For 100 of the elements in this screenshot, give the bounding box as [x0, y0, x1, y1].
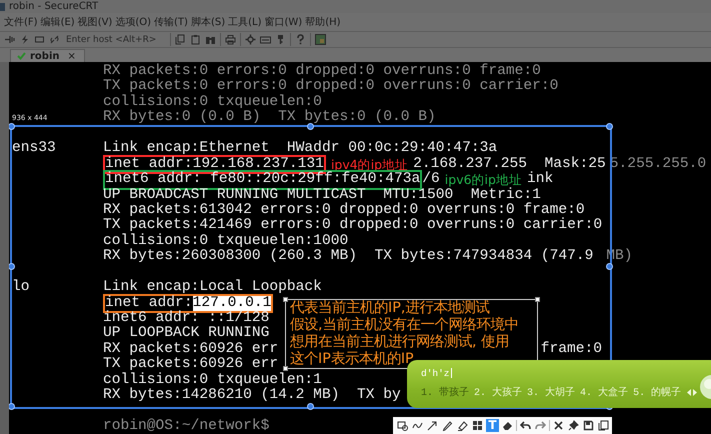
menu-item[interactable]: 视图(V) — [76, 15, 114, 29]
settings-icon — [245, 34, 256, 45]
terminal-text: frame:0 — [540, 342, 602, 358]
terminal-text: TX packets:60926 err — [103, 357, 278, 372]
pen-tool-button[interactable] — [441, 419, 454, 432]
interface-name: ens33 — [12, 141, 57, 157]
pen-tool-icon — [442, 420, 453, 431]
resize-handle[interactable] — [306, 402, 314, 410]
eraser-tool-button[interactable] — [501, 419, 514, 432]
terminal-text: RX packets:60926 err — [103, 342, 278, 357]
keyboard-icon — [260, 34, 271, 45]
undo-tool-button[interactable] — [519, 419, 532, 432]
save-icon — [583, 420, 594, 431]
copy-tool-button[interactable] — [597, 419, 610, 432]
resize-handle[interactable] — [9, 402, 14, 410]
ime-input-text: d'h'z — [421, 368, 450, 378]
text-tool-button[interactable]: T — [486, 419, 499, 432]
session-tab[interactable]: robin × — [10, 49, 85, 62]
ime-candidate[interactable]: 3. 大胡子 — [527, 385, 576, 399]
terminal-text: inet6 addr: fe80::20c:29ff:fe40:473a — [105, 172, 420, 188]
terminal-text: RX packets:613042 errors:0 dropped:0 overruns:0 frame:0 — [103, 202, 585, 218]
menu-item[interactable]: 选项(O) — [114, 15, 152, 29]
mosaic-tool-button[interactable] — [471, 419, 484, 432]
resize-handle[interactable] — [606, 262, 612, 270]
terminal-text: ink — [526, 172, 554, 188]
selected-text: 127.0.0.1 — [192, 296, 272, 312]
app-icon — [0, 2, 5, 10]
resize-handle[interactable] — [9, 122, 14, 130]
menu-item[interactable]: 文件(F) — [3, 15, 39, 29]
binoculars-icon — [205, 34, 216, 45]
mosaic-tool-icon — [472, 420, 483, 431]
menu-item[interactable]: 窗口(W) — [263, 15, 304, 29]
interface-name: lo — [12, 280, 31, 296]
copy-icon — [598, 420, 609, 431]
terminal-text: 2.168.237.255 Mask:25 — [413, 156, 606, 172]
copy-icon — [175, 34, 186, 45]
terminal-text: collisions:0 txqueuelen:1000 — [103, 234, 348, 249]
resize-handle[interactable] — [606, 122, 612, 130]
terminal-text: TX packets:0 errors:0 dropped:0 overruns:0 carrier:0 — [103, 79, 558, 94]
terminal-text: RX bytes:0 (0.0 B) TX bytes:0 (0.0 B) — [103, 110, 436, 126]
ime-candidate[interactable]: 2. 大孩子 — [474, 385, 522, 399]
resize-handle[interactable] — [535, 297, 540, 302]
menu-item[interactable]: 编辑(E) — [40, 15, 76, 29]
terminal-text: inet6 addr: ::1/128 — [103, 311, 270, 326]
resize-handle[interactable] — [283, 297, 288, 302]
terminal-text: /6 — [422, 172, 440, 188]
rectangle-tool-button[interactable] — [396, 419, 409, 432]
key-icon — [275, 34, 286, 45]
terminal-text: inet addr:192.168.237.131 — [105, 156, 324, 172]
annotation-text: 这个IP表示本机的IP — [290, 351, 414, 368]
resize-handle[interactable] — [9, 262, 14, 270]
undo-icon — [520, 420, 531, 431]
ime-candidate[interactable]: 1. 带孩子 — [421, 385, 470, 399]
save-tool-button[interactable] — [582, 419, 595, 432]
pin-icon — [568, 420, 579, 431]
annotation-text: ipv6的ip地址 — [444, 172, 522, 188]
link-icon — [49, 34, 60, 45]
close-tool-button[interactable] — [552, 419, 565, 432]
terminal-text: Link encap:Local Loopback — [103, 280, 322, 296]
annotation-text: 代表当前主机的IP,进行本地测试 — [290, 300, 490, 316]
eraser-tool-icon — [502, 420, 513, 431]
window-title: robin - SecureCRT — [9, 1, 98, 12]
terminal-text: UP LOOPBACK RUNNING — [103, 326, 270, 342]
terminal-text: 5.255.255.0 — [610, 156, 706, 172]
redo-icon — [535, 420, 546, 431]
terminal-text: RX bytes:260308300 (260.3 MB) TX bytes:747934834 (747.9 — [103, 249, 594, 265]
menu-item[interactable]: 传输(T) — [153, 15, 189, 29]
terminal-text: inet addr: — [105, 296, 193, 311]
close-icon — [553, 420, 564, 431]
terminal-text: UP BROADCAST RUNNING MULTICAST MTU:1500 Metric:1 — [103, 188, 541, 202]
annotation-text: 想用在当前主机进行网络测试, 使用 — [290, 334, 510, 351]
help-icon — [295, 34, 306, 45]
menu-item[interactable]: 脚本(S) — [190, 15, 226, 29]
terminal-text: RX bytes:14286210 (14.2 MB) TX by — [103, 388, 401, 404]
ime-candidate[interactable]: 4. 大盒子 — [580, 385, 628, 399]
terminal-text: collisions:0 txqueuelen:1 — [103, 372, 322, 388]
menu-item[interactable]: 帮助(H) — [304, 15, 342, 29]
terminal-text: TX packets:421469 errors:0 dropped:0 overruns:0 carrier:0 — [103, 218, 602, 234]
menu-item[interactable]: 工具(L) — [227, 15, 262, 29]
pin-tool-button[interactable] — [567, 419, 580, 432]
host-field[interactable]: Enter host <Alt+R> — [66, 34, 156, 44]
screen-icon — [315, 34, 326, 45]
resize-handle[interactable] — [283, 366, 288, 371]
arrow-tool-icon — [427, 420, 438, 431]
terminal-text: collisions:0 txqueuelen:0 — [103, 94, 322, 110]
paste-icon — [190, 34, 201, 45]
terminal-text: RX packets:0 errors:0 dropped:0 overruns:0 frame:0 — [103, 64, 541, 79]
ime-candidate[interactable]: 5. 的幌子 — [633, 385, 682, 399]
arrow-tool-button[interactable] — [426, 419, 439, 432]
page-arrows-icon — [686, 388, 698, 396]
text-caret — [450, 368, 452, 378]
terminal-text: robin@OS:~/network$ — [103, 419, 270, 434]
rectangle-tool-icon — [397, 420, 408, 431]
annotation-text: 假设,当前主机没有在一个网络环境中 — [290, 317, 519, 334]
close-tab-button[interactable]: × — [68, 50, 76, 62]
marker-tool-icon — [457, 420, 468, 431]
resize-handle[interactable] — [306, 122, 314, 130]
curve-tool-icon — [412, 420, 423, 431]
marker-tool-button[interactable] — [456, 419, 469, 432]
lightning-icon — [19, 34, 30, 45]
